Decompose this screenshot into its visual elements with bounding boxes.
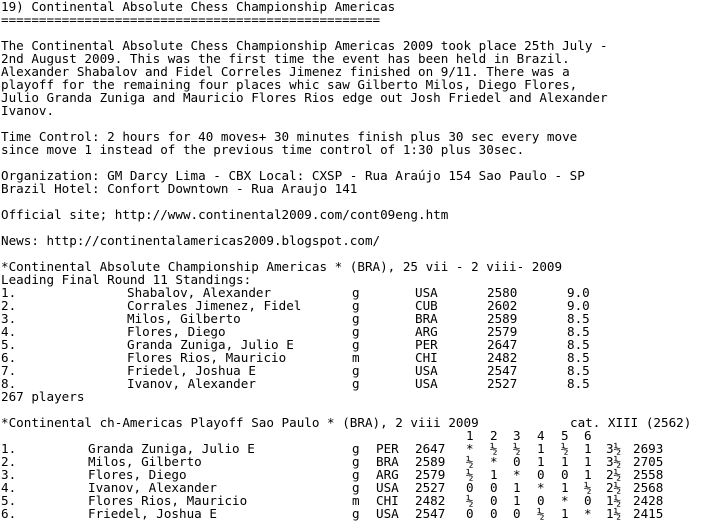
players-count: 267 players xyxy=(1,389,85,404)
standings-rating: 2527 xyxy=(487,376,518,391)
playoff-title-code: g xyxy=(352,506,360,521)
standings-score: 8.5 xyxy=(567,376,590,391)
standings-federation: USA xyxy=(415,376,438,391)
playoff-total: 1½ xyxy=(606,506,622,521)
playoff-result: * xyxy=(584,506,592,521)
playoff-result: 0 xyxy=(513,506,521,521)
organization-line-2: Brazil Hotel: Confort Downtown - Rua Ara… xyxy=(1,181,358,196)
intro-line-6: Ivanov. xyxy=(1,103,55,118)
playoff-result: 0 xyxy=(490,506,498,521)
playoff-federation: USA xyxy=(376,506,399,521)
playoff-result: 0 xyxy=(466,506,474,521)
playoff-rank: 6. xyxy=(1,506,17,521)
intro-line-5: Julio Granda Zuniga and Mauricio Flores … xyxy=(1,90,608,105)
playoff-result: ½ xyxy=(537,506,545,521)
standings-rank: 8. xyxy=(1,376,17,391)
playoff-result: 1 xyxy=(561,506,569,521)
document-page: 19) Continental Absolute Chess Champions… xyxy=(0,0,715,526)
title-underline: ========================================… xyxy=(1,12,381,27)
playoff-title: *Continental ch-Americas Playoff Sao Pau… xyxy=(1,415,479,430)
playoff-player: Friedel, Joshua E xyxy=(88,506,217,521)
standings-player: Ivanov, Alexander xyxy=(127,376,256,391)
news-link[interactable]: News: http://continentalamericas2009.blo… xyxy=(1,234,380,247)
playoff-performance: 2415 xyxy=(633,506,664,521)
official-site-link[interactable]: Official site; http://www.continental200… xyxy=(1,208,448,221)
standings-title-code: g xyxy=(352,376,360,391)
time-control-line-2: since move 1 instead of the previous tim… xyxy=(1,142,525,157)
playoff-rating: 2547 xyxy=(415,506,446,521)
